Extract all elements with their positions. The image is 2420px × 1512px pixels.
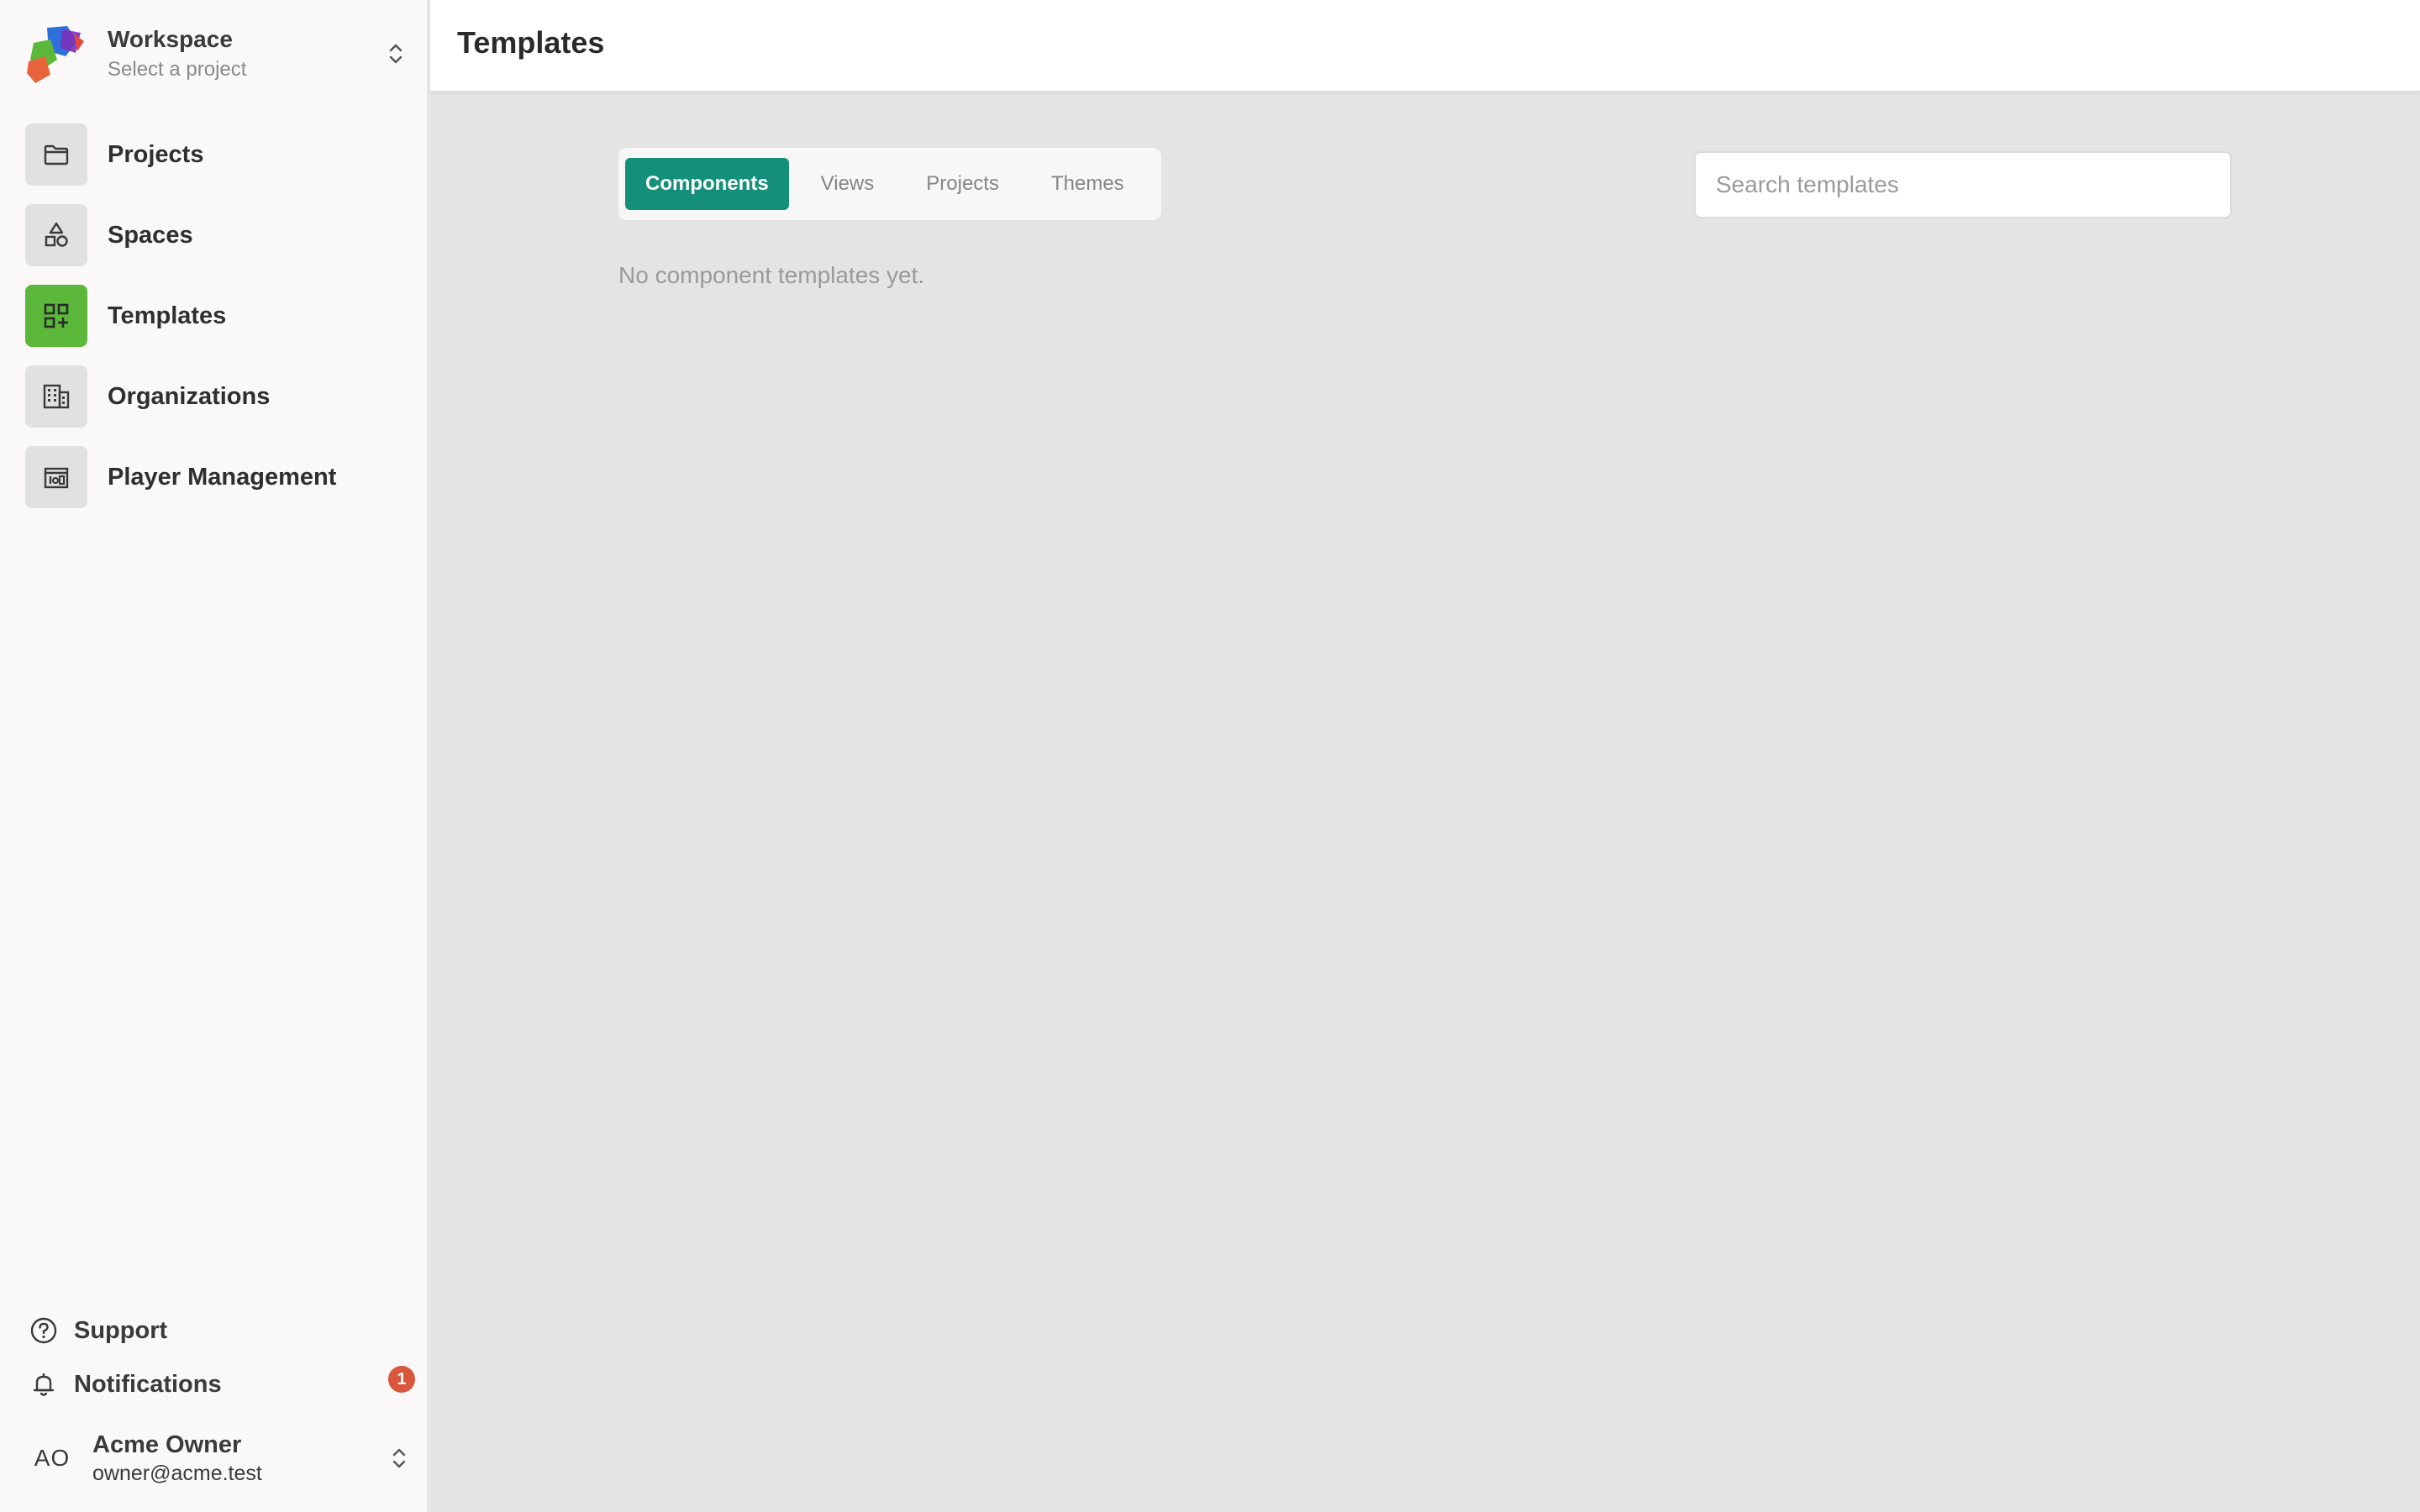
chevron-up-down-icon (383, 37, 408, 71)
user-email: owner@acme.test (92, 1462, 262, 1485)
support-link[interactable]: Support (29, 1310, 412, 1351)
user-menu-switcher[interactable]: AO Acme Owner owner@acme.test (29, 1425, 412, 1492)
notification-count-badge: 1 (388, 1366, 415, 1393)
sidebar-item-label: Projects (108, 140, 204, 168)
sidebar-bottom-links: Support Notifications 1 (29, 1310, 415, 1418)
sidebar-item-spaces[interactable]: Spaces (25, 204, 412, 266)
sidebar-item-player-management[interactable]: Player Management (25, 446, 412, 508)
workspace-subtitle: Select a project (108, 58, 247, 81)
player-icon (25, 446, 87, 508)
workspace-switcher[interactable]: Workspace Select a project (25, 20, 408, 87)
help-circle-icon (29, 1315, 59, 1346)
notifications-link[interactable]: Notifications 1 (29, 1364, 415, 1404)
app-root: Workspace Select a project Projects Spac… (0, 0, 2420, 1512)
shapes-icon (25, 204, 87, 266)
tab-projects[interactable]: Projects (906, 158, 1019, 210)
sidebar: Workspace Select a project Projects Spac… (0, 0, 429, 1512)
workspace-name: Workspace (108, 26, 233, 52)
support-label: Support (74, 1316, 168, 1344)
sidebar-item-label: Spaces (108, 221, 193, 249)
folder-icon (25, 123, 87, 186)
bell-icon (29, 1369, 59, 1399)
avatar: AO (34, 1445, 71, 1471)
sidebar-item-label: Player Management (108, 463, 337, 491)
chevron-up-down-icon (387, 1441, 412, 1475)
template-type-tabs: Components Views Projects Themes (618, 148, 1161, 220)
sidebar-item-projects[interactable]: Projects (25, 123, 412, 186)
tab-components[interactable]: Components (625, 158, 789, 210)
sidebar-item-label: Organizations (108, 382, 271, 410)
building-icon (25, 365, 87, 428)
empty-state-message: No component templates yet. (618, 262, 925, 288)
search-templates-input[interactable] (1694, 151, 2232, 218)
page-title: Templates (457, 25, 605, 60)
workspace-logo-icon (25, 23, 87, 85)
sidebar-item-templates[interactable]: Templates (25, 285, 412, 347)
user-name: Acme Owner (92, 1431, 242, 1458)
sidebar-item-organizations[interactable]: Organizations (25, 365, 412, 428)
grid-plus-icon (25, 285, 87, 347)
sidebar-nav: Projects Spaces Templates Organizations (25, 123, 412, 528)
tab-themes[interactable]: Themes (1031, 158, 1144, 210)
sidebar-item-label: Templates (108, 302, 227, 329)
notifications-label: Notifications (74, 1370, 222, 1398)
page-header: Templates (430, 0, 2420, 92)
tab-views[interactable]: Views (801, 158, 895, 210)
